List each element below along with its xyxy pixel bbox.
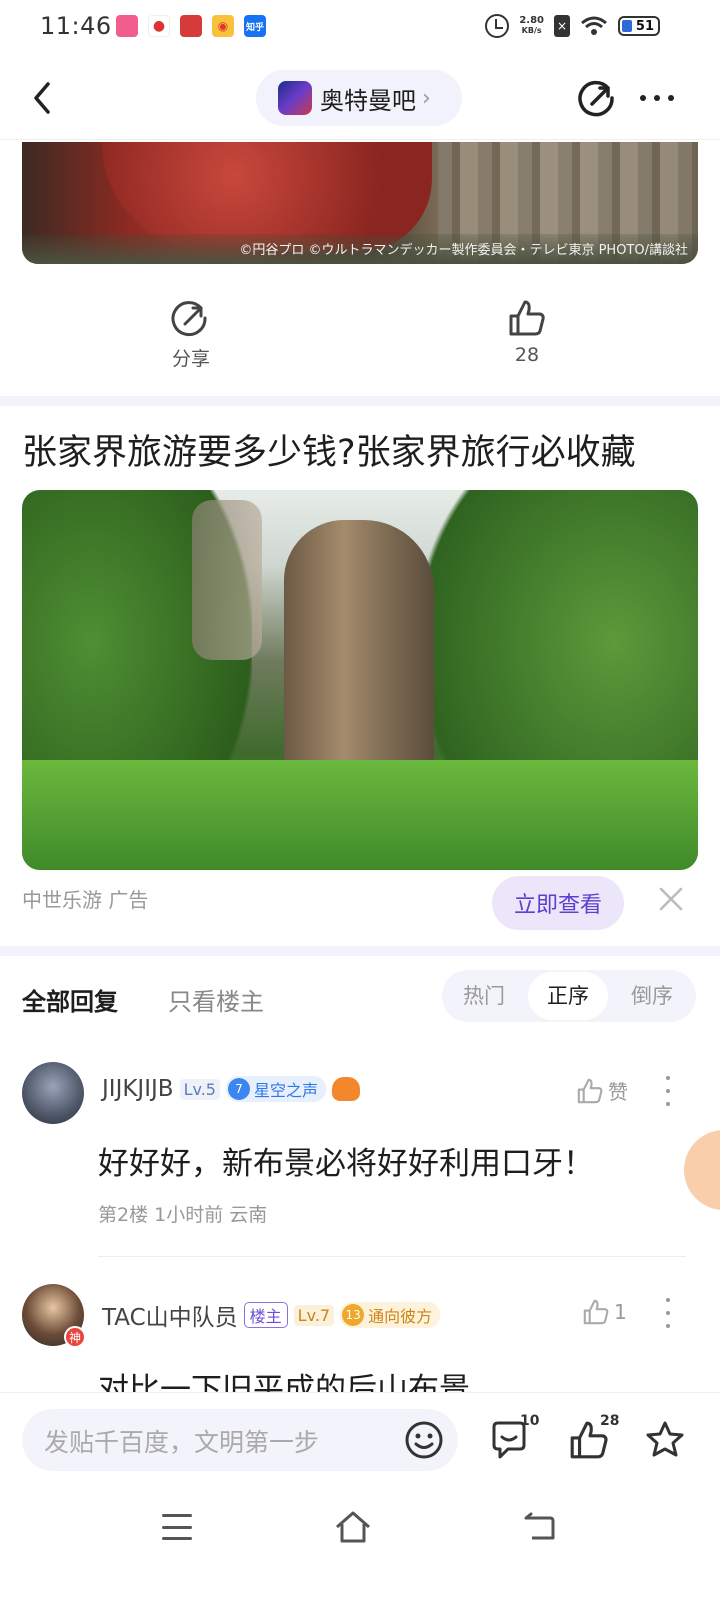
system-nav-bar <box>0 1488 720 1600</box>
top-nav: 奥特曼吧 › <box>0 56 720 140</box>
level-badge: Lv.5 <box>179 1078 220 1100</box>
sort-toggle: 热门 正序 倒序 <box>442 970 696 1022</box>
comment-more-button[interactable] <box>664 1298 672 1328</box>
comment-header: TAC山中队员 楼主 Lv.7 13 通向彼方 <box>102 1298 441 1332</box>
no-sim-icon: × <box>554 15 570 37</box>
tab-all-replies[interactable]: 全部回复 <box>22 982 118 1017</box>
emoji-icon[interactable] <box>404 1420 444 1460</box>
reply-count: 10 <box>520 1413 540 1429</box>
fan-badge-icon <box>331 1077 360 1101</box>
title-badge-number: 13 <box>342 1304 365 1326</box>
alarm-icon <box>485 14 510 38</box>
ad-image-rock-pillar <box>284 520 434 800</box>
reply-button[interactable]: 10 <box>488 1413 539 1465</box>
ad-image[interactable] <box>22 490 698 870</box>
share-button[interactable]: 分享 <box>131 298 251 371</box>
bottom-like-count: 28 <box>600 1413 620 1429</box>
comment-username[interactable]: JIJKJIJB <box>102 1076 174 1102</box>
god-badge: 神 <box>64 1326 86 1348</box>
forum-pill[interactable]: 奥特曼吧 › <box>256 70 462 126</box>
share-icon[interactable] <box>578 78 618 118</box>
title-badge-number: 7 <box>227 1078 250 1100</box>
app-red-icon <box>180 15 202 37</box>
comment-text: 好好好，新布景必将好好利用口牙！ <box>98 1146 594 1182</box>
comment-input-placeholder: 发贴千百度，文明第一步 <box>44 1428 320 1457</box>
net-speed-unit: KB/s <box>521 26 542 35</box>
thumbs-up-icon <box>509 300 545 336</box>
recent-apps-button[interactable] <box>162 1514 192 1540</box>
ad-source: 中世乐游 广告 <box>22 888 149 912</box>
thumbs-up-icon <box>577 1078 603 1103</box>
title-badge-label: 通向彼方 <box>368 1307 433 1326</box>
avatar[interactable] <box>22 1062 84 1124</box>
like-button[interactable]: 28 <box>467 298 587 366</box>
notification-icons: ● ◉ 知乎 <box>116 15 266 37</box>
title-badge: 13 通向彼方 <box>340 1302 441 1328</box>
section-divider <box>0 946 720 956</box>
back-nav-icon[interactable] <box>522 1512 556 1542</box>
level-badge: Lv.7 <box>293 1304 335 1326</box>
balloon-icon: ● <box>148 15 170 37</box>
close-icon[interactable] <box>656 884 686 914</box>
comment-like-label: 赞 <box>608 1080 628 1104</box>
thumbs-up-icon <box>583 1299 609 1325</box>
like-count: 28 <box>514 344 540 366</box>
comment-like-count: 1 <box>614 1300 627 1324</box>
favorite-button[interactable] <box>644 1419 694 1465</box>
share-label: 分享 <box>171 348 210 370</box>
comment-like-button[interactable]: 1 <box>582 1298 627 1326</box>
title-badge-label: 星空之声 <box>253 1081 318 1100</box>
status-right: 2.80 KB/s × 51 <box>485 14 660 38</box>
ad-title[interactable]: 张家界旅游要多少钱?张家界旅行必收藏 <box>22 424 636 475</box>
share-icon <box>171 301 207 337</box>
comment-header: JIJKJIJB Lv.5 7 星空之声 <box>102 1076 360 1102</box>
comment-divider <box>98 1256 686 1257</box>
floating-mascot-icon[interactable] <box>684 1130 720 1210</box>
ad-image-meadow <box>22 760 698 870</box>
post-actions: 分享 28 <box>0 290 720 380</box>
section-divider <box>0 396 720 406</box>
more-options-button[interactable] <box>640 86 684 110</box>
sort-hot[interactable]: 热门 <box>442 970 526 1022</box>
star-icon <box>646 1421 684 1457</box>
ad-image-cliff <box>192 500 262 660</box>
status-time: 11:46 <box>40 12 112 40</box>
wifi-icon <box>581 16 607 35</box>
weibo-icon: ◉ <box>212 15 234 37</box>
bottom-like-button[interactable]: 28 <box>568 1413 619 1465</box>
reply-tabs: 全部回复 只看楼主 热门 正序 倒序 <box>0 970 720 1046</box>
comment-username[interactable]: TAC山中队员 <box>102 1298 238 1332</box>
title-badge: 7 星空之声 <box>225 1076 326 1102</box>
chevron-right-icon: › <box>422 85 431 111</box>
image-copyright: ©円谷プロ ©ウルトラマンデッカー製作委員会・テレビ東京 PHOTO/講談社 <box>239 243 688 258</box>
zhihu-icon: 知乎 <box>244 15 266 37</box>
bilibili-icon <box>116 15 138 37</box>
back-button[interactable] <box>28 78 58 118</box>
comment-more-button[interactable] <box>664 1076 672 1106</box>
tab-op-only[interactable]: 只看楼主 <box>168 982 264 1017</box>
op-badge: 楼主 <box>243 1302 288 1328</box>
comment-like-button[interactable]: 赞 <box>576 1076 628 1105</box>
status-bar: 11:46 ● ◉ 知乎 2.80 KB/s × 51 <box>0 0 720 56</box>
comment-input[interactable]: 发贴千百度，文明第一步 <box>22 1409 458 1471</box>
net-speed-value: 2.80 <box>519 15 544 26</box>
post-image[interactable]: ©円谷プロ ©ウルトラマンデッカー製作委員会・テレビ東京 PHOTO/講談社 <box>22 142 698 264</box>
forum-avatar <box>278 81 312 115</box>
comment-meta: 第2楼 1小时前 云南 <box>98 1204 268 1226</box>
sort-descending[interactable]: 倒序 <box>610 970 694 1022</box>
net-speed: 2.80 KB/s <box>519 16 544 36</box>
ad-view-button[interactable]: 立即查看 <box>492 876 624 930</box>
battery-icon: 51 <box>618 16 660 36</box>
forum-name: 奥特曼吧 <box>320 86 416 115</box>
sort-ascending[interactable]: 正序 <box>528 972 608 1020</box>
home-icon[interactable] <box>334 1510 372 1544</box>
bottom-bar: 发贴千百度，文明第一步 10 28 <box>0 1392 720 1488</box>
